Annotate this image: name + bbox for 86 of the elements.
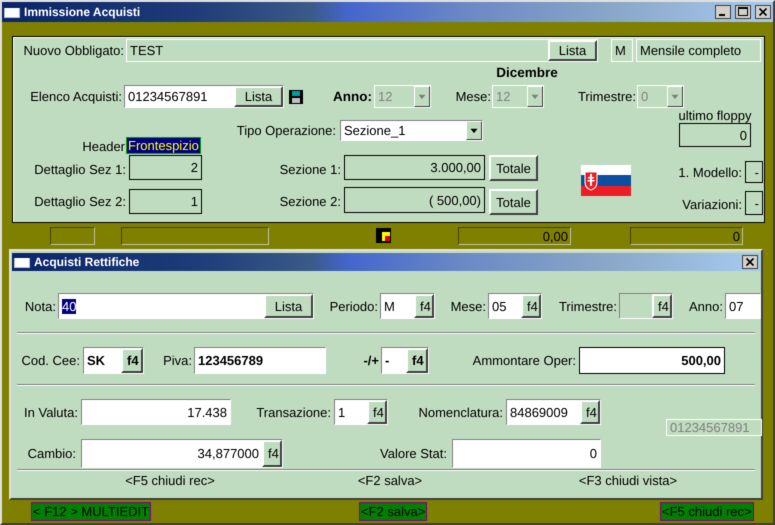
field-label: Sezione 1: xyxy=(280,162,341,176)
f4-button[interactable]: f4 xyxy=(521,294,541,318)
minimize-icon[interactable] xyxy=(715,5,731,19)
value-box: Mensile completo xyxy=(636,39,761,62)
shortcut-button[interactable]: <F2 salva> xyxy=(359,502,428,521)
value-box: - xyxy=(745,161,763,183)
shortcut-hint: <F5 chiudi rec> xyxy=(125,473,215,488)
field-label: In Valuta: xyxy=(24,404,78,420)
header-tag: Frontespizio xyxy=(126,137,201,154)
field-label: Nomenclatura: xyxy=(418,404,503,420)
input-field[interactable]: SK f4 xyxy=(83,347,144,374)
field-label: Elenco Acquisti: xyxy=(30,89,122,104)
field-label: Anno: xyxy=(333,89,372,104)
field-label: Ammontare Oper: xyxy=(472,353,576,368)
shortcut-button[interactable]: <F5 chiudi rec> xyxy=(660,502,754,521)
field-label: Nota: xyxy=(24,298,56,314)
input-field[interactable]: 05 f4 xyxy=(488,293,542,319)
shortcut-hint: <F3 chiudi vista> xyxy=(578,473,678,488)
slovakia-flag-icon xyxy=(581,165,631,196)
status-count: 0 xyxy=(630,227,743,245)
window-title: Acquisti Rettifiche xyxy=(34,255,140,269)
field-label: Tipo Operazione: xyxy=(236,123,336,138)
f4-button[interactable]: f4 xyxy=(121,348,143,373)
field-label: Piva: xyxy=(163,353,192,368)
field-label: ultimo floppy xyxy=(678,108,752,123)
field-label: Anno: xyxy=(689,298,723,314)
field-label: -/+ xyxy=(363,353,379,368)
window-title: Immissione Acquisti xyxy=(24,5,142,19)
field-label: Header xyxy=(82,139,125,154)
field-label: Cambio: xyxy=(28,446,76,461)
input-field[interactable]: - f4 xyxy=(381,347,429,374)
field-label: Mese: xyxy=(450,298,486,314)
lista-button[interactable]: Lista xyxy=(264,294,313,318)
input-field[interactable]: 0 xyxy=(452,439,601,468)
input-field[interactable]: 1 f4 xyxy=(334,399,388,425)
field-label: Trimestre: xyxy=(558,298,617,314)
field-label: Valore Stat: xyxy=(380,446,447,461)
value-box: 0 xyxy=(679,123,751,147)
close-icon[interactable] xyxy=(742,255,758,269)
field-label: Trimestre: xyxy=(578,89,636,104)
input-field[interactable]: 34,877000 f4 xyxy=(81,439,283,468)
field-label: Cod. Cee: xyxy=(21,353,80,368)
f4-button[interactable]: f4 xyxy=(406,348,428,373)
input-field[interactable]: 84869009 f4 xyxy=(506,399,601,425)
shortcut-hint: <F2 salva> xyxy=(358,473,422,488)
field-label: Nuovo Obbligato: xyxy=(24,43,124,58)
lista-button[interactable]: Lista xyxy=(234,86,283,107)
field-label: 1. Modello: xyxy=(678,165,742,180)
close-icon[interactable] xyxy=(755,5,771,19)
f4-button[interactable]: f4 xyxy=(414,294,434,318)
input-field[interactable]: 40 Lista xyxy=(58,293,314,319)
value-box: 2 xyxy=(129,155,202,180)
f4-button[interactable]: f4 xyxy=(580,400,600,424)
status-icon xyxy=(376,228,391,243)
month-name: Dicembre xyxy=(496,65,558,80)
field-label: Mese: xyxy=(456,89,491,104)
input-field[interactable]: 500,00 xyxy=(579,347,725,374)
shortcut-button[interactable]: < F12 > MULTIEDIT xyxy=(31,502,152,521)
totale-button[interactable]: Totale xyxy=(489,189,538,215)
status-box xyxy=(50,227,95,245)
value-box: - xyxy=(745,191,763,215)
field-label: Transazione: xyxy=(256,404,331,420)
input-field[interactable]: 17.438 xyxy=(81,399,231,425)
lista-button[interactable]: Lista xyxy=(548,40,597,61)
input-field[interactable]: 123456789 xyxy=(194,347,326,374)
value-box: M xyxy=(611,39,633,62)
field-label: Periodo: xyxy=(330,298,378,314)
input-field[interactable]: TEST Lista xyxy=(126,39,598,62)
input-field[interactable]: 07 xyxy=(725,293,761,319)
f4-button[interactable]: f4 xyxy=(367,400,387,424)
input-field[interactable]: 01234567891 Lista xyxy=(124,85,284,108)
field-label: Dettaglio Sez 2: xyxy=(34,194,126,208)
dropdown[interactable]: Sezione_1 xyxy=(340,120,483,141)
field-label: Dettaglio Sez 1: xyxy=(34,162,126,176)
window-icon xyxy=(14,256,30,268)
value-box: 3.000,00 xyxy=(344,155,485,180)
value-box: 1 xyxy=(129,189,202,214)
window-icon xyxy=(4,6,20,18)
maximize-icon[interactable] xyxy=(735,5,751,19)
value-box: ( 500,00) xyxy=(344,187,485,213)
status-total: 0,00 xyxy=(458,227,571,245)
totale-button[interactable]: Totale xyxy=(489,155,538,181)
input-field[interactable]: M f4 xyxy=(380,293,435,319)
f4-button[interactable]: f4 xyxy=(262,440,282,467)
field-label: Variazioni: xyxy=(682,197,742,212)
field-label: Sezione 2: xyxy=(280,194,341,208)
